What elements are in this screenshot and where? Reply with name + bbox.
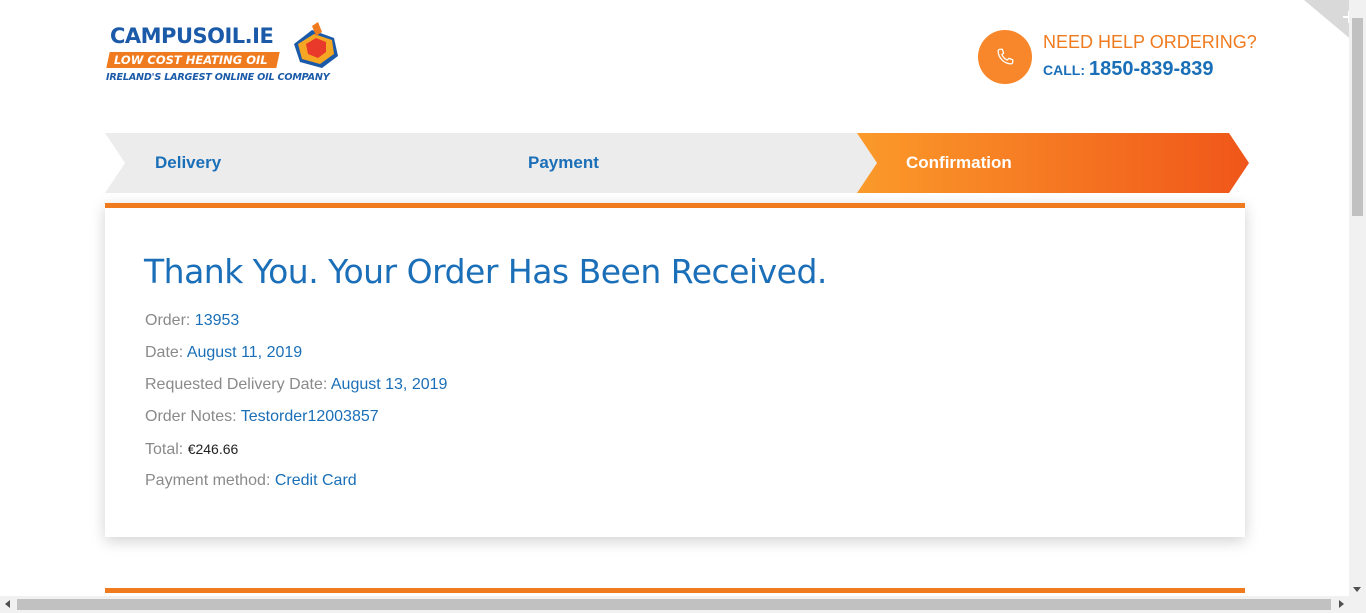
horizontal-scrollbar[interactable]: [0, 596, 1366, 613]
payment-method-row: Payment method: Credit Card: [145, 472, 447, 504]
phone-number-link[interactable]: 1850-839-839: [1089, 58, 1214, 80]
site-logo[interactable]: CAMPUSOIL.IE LOW COST HEATING OIL IRELAN…: [106, 22, 346, 86]
logo-tagline: LOW COST HEATING OIL: [114, 53, 268, 67]
phone-icon: [997, 48, 1014, 65]
scroll-left-arrow-icon[interactable]: [5, 600, 10, 608]
logo-brand-text: CAMPUSOIL.IE: [110, 24, 274, 48]
order-notes-row: Order Notes: Testorder12003857: [145, 408, 447, 440]
order-notes-label: Order Notes:: [145, 408, 237, 425]
order-total-value: €246.66: [187, 441, 239, 457]
oil-drop-logo-icon: [294, 22, 338, 68]
step-delivery[interactable]: Delivery: [155, 133, 221, 193]
logo-subline: IRELAND'S LARGEST ONLINE OIL COMPANY: [106, 72, 330, 83]
phone-button[interactable]: [978, 30, 1032, 84]
order-number-label: Order:: [145, 312, 191, 329]
vertical-scrollbar-thumb[interactable]: [1352, 18, 1363, 216]
order-details: Order: 13953 Date: August 11, 2019 Reque…: [145, 312, 447, 504]
call-label: CALL:: [1043, 62, 1085, 78]
step-confirmation: Confirmation: [906, 153, 1012, 172]
payment-method-value: Credit Card: [274, 472, 357, 489]
delivery-date-row: Requested Delivery Date: August 13, 2019: [145, 376, 447, 408]
step-payment[interactable]: Payment: [528, 133, 599, 193]
page-title: Thank You. Your Order Has Been Received.: [144, 252, 827, 291]
order-number-value: 13953: [194, 312, 240, 329]
help-call-line: CALL: 1850-839-839: [1043, 58, 1214, 81]
checkout-steps: Delivery Payment Confirmation: [105, 133, 1250, 193]
order-number-row: Order: 13953: [145, 312, 447, 344]
steps-background: [105, 133, 1249, 193]
section-divider: [105, 588, 1245, 593]
order-total-label: Total:: [145, 441, 184, 458]
delivery-date-value: August 13, 2019: [330, 376, 448, 393]
order-date-label: Date:: [145, 344, 184, 361]
payment-method-label: Payment method:: [145, 472, 271, 489]
help-title: NEED HELP ORDERING?: [1043, 32, 1257, 52]
order-total-row: Total: €246.66: [145, 440, 447, 472]
horizontal-scrollbar-thumb[interactable]: [17, 599, 1331, 610]
vertical-scrollbar[interactable]: [1349, 0, 1366, 596]
order-notes-value: Testorder12003857: [240, 408, 379, 425]
order-date-row: Date: August 11, 2019: [145, 344, 447, 376]
scroll-right-arrow-icon[interactable]: [1339, 600, 1344, 608]
order-date-value: August 11, 2019: [186, 344, 303, 361]
delivery-date-label: Requested Delivery Date:: [145, 376, 328, 393]
order-confirmation-card: Thank You. Your Order Has Been Received.…: [105, 203, 1245, 537]
scroll-down-arrow-icon[interactable]: [1353, 587, 1361, 592]
